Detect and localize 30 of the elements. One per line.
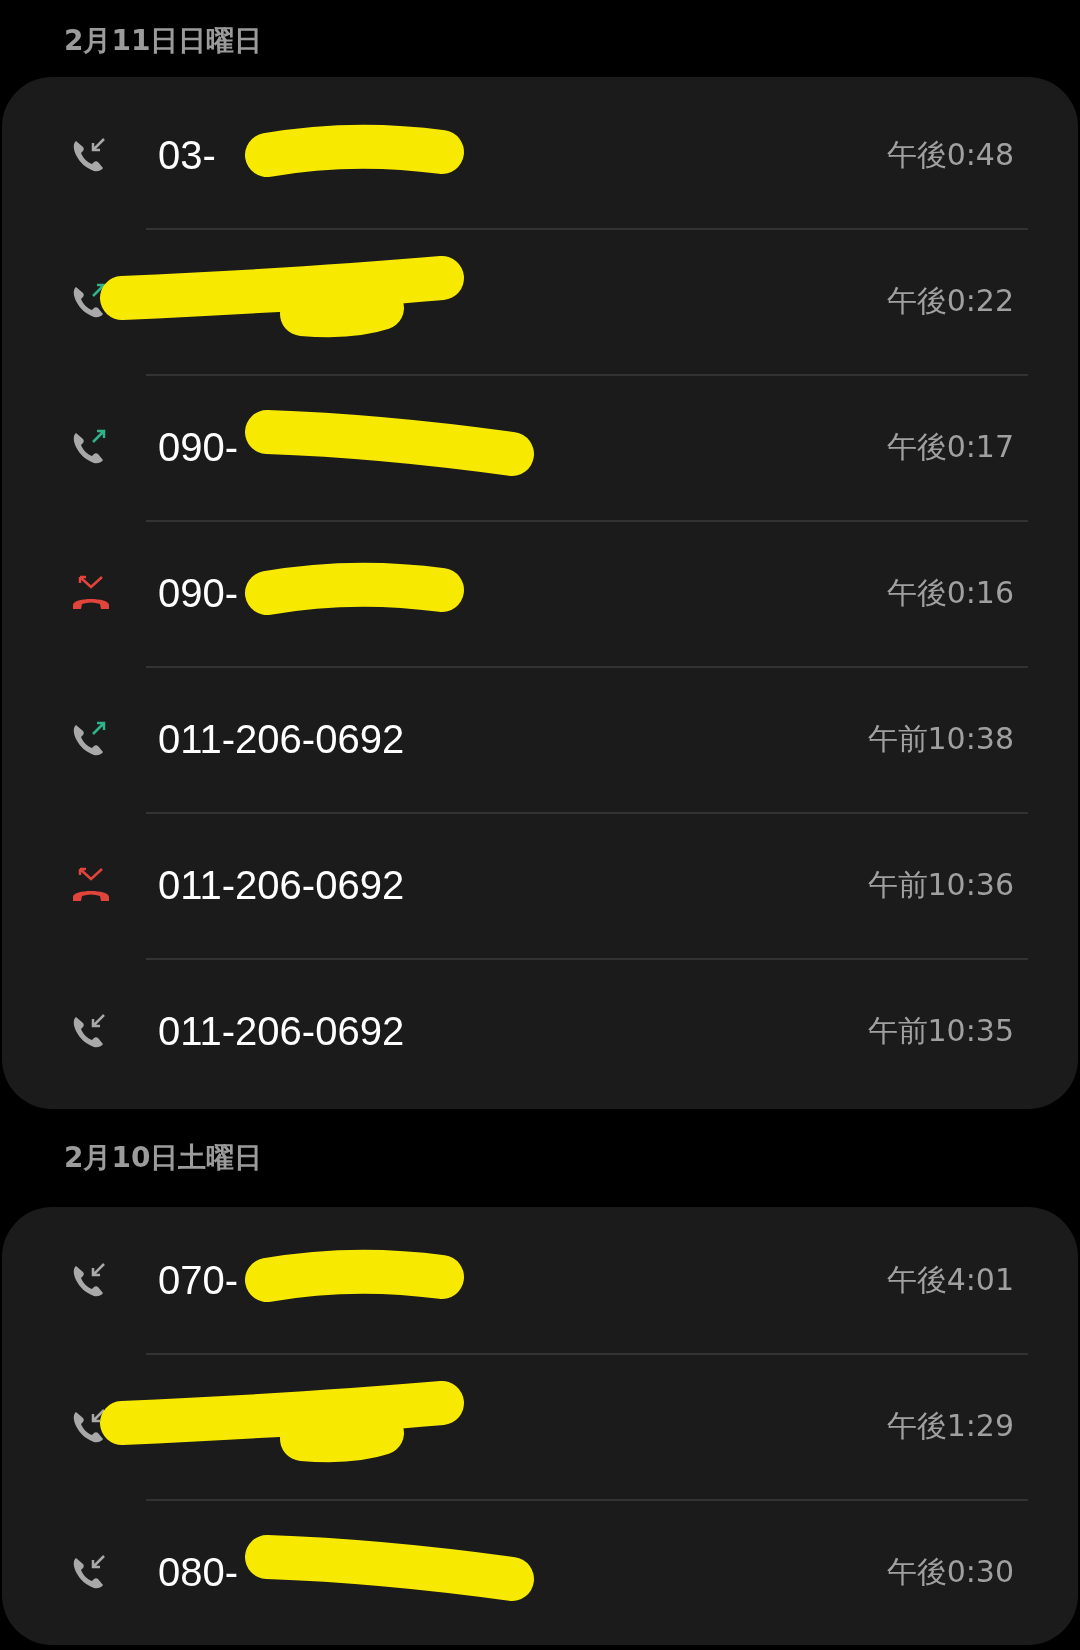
phone-number: 011-206-0692 [158, 862, 405, 908]
phone-number: 080- [158, 1549, 239, 1595]
date-header: 2月10日土曜日 [64, 1140, 263, 1176]
call-row[interactable]: 011-206-0692 午前10:38 [2, 666, 1078, 812]
call-row[interactable]: 090- 午後0:16 [2, 520, 1078, 666]
phone-number: 03- [158, 132, 216, 178]
phone-number: 090- [158, 570, 239, 616]
call-row[interactable]: 080- 午後0:30 [2, 1499, 1078, 1645]
call-time: 午後0:16 [886, 573, 1014, 612]
call-row[interactable]: 午後0:22 [2, 228, 1078, 374]
call-row[interactable]: 午後1:29 [2, 1353, 1078, 1499]
call-row[interactable]: 090- 午後0:17 [2, 374, 1078, 520]
call-time: 午後0:22 [886, 281, 1014, 320]
call-time: 午前10:38 [867, 719, 1014, 758]
phone-number: 070- [158, 1257, 239, 1303]
call-row[interactable]: 03- 午後0:48 [2, 82, 1078, 228]
call-row[interactable]: 070- 午後4:01 [2, 1207, 1078, 1353]
date-header: 2月11日日曜日 [64, 23, 263, 59]
call-time: 午後0:30 [886, 1552, 1014, 1591]
phone-number: 090- [158, 424, 239, 470]
call-time: 午後4:01 [886, 1260, 1014, 1299]
call-time: 午後0:48 [886, 135, 1014, 174]
phone-number: 011-206-0692 [158, 1008, 405, 1054]
call-time: 午前10:36 [867, 865, 1014, 904]
call-row[interactable]: 011-206-0692 午前10:35 [2, 958, 1078, 1104]
call-time: 午後0:17 [886, 427, 1014, 466]
call-time: 午前10:35 [867, 1011, 1014, 1050]
phone-number: 011-206-0692 [158, 716, 405, 762]
call-time: 午後1:29 [886, 1406, 1014, 1445]
call-row[interactable]: 011-206-0692 午前10:36 [2, 812, 1078, 958]
